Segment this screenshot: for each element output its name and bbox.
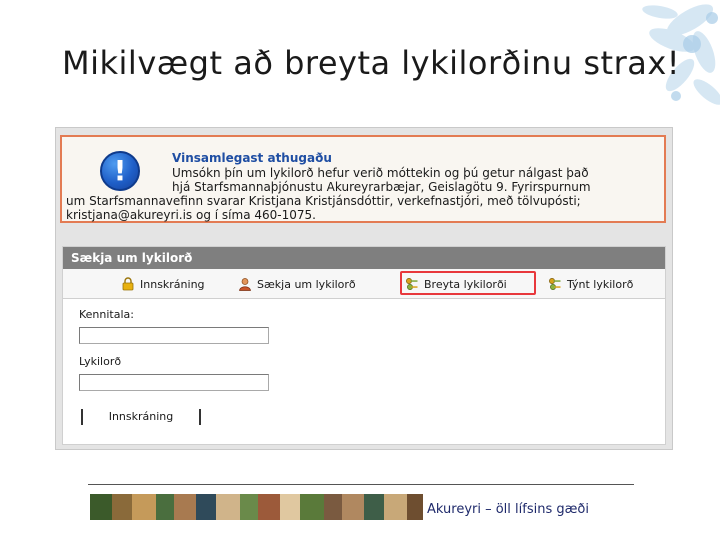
screenshot-panel: ! Vinsamlegast athugaðu Umsókn þín um ly… <box>55 127 673 450</box>
notice-line: um Starfsmannavefinn svarar Kristjana Kr… <box>66 194 581 208</box>
tab-label: Týnt lykilorð <box>567 277 634 291</box>
user-icon <box>239 278 251 291</box>
notice-box: ! Vinsamlegast athugaðu Umsókn þín um ly… <box>60 135 666 223</box>
lock-icon <box>122 277 134 291</box>
footer-tagline: Akureyri – öll lífsins gæði <box>427 502 589 517</box>
tab-lost-password[interactable]: Týnt lykilorð <box>548 275 633 293</box>
tab-label: Innskráning <box>140 277 205 291</box>
tab-apply-password[interactable]: Sækja um lykilorð <box>238 275 356 293</box>
photo-strip-image <box>90 494 423 520</box>
notice-line: hjá Starfsmannaþjónustu Akureyrarbæjar, … <box>172 180 591 194</box>
kennitala-input[interactable] <box>79 327 269 344</box>
password-input[interactable] <box>79 374 269 391</box>
notice-line: Umsókn þín um lykilorð hefur verið mótte… <box>172 166 589 180</box>
tab-login[interactable]: Innskráning <box>121 275 205 293</box>
password-form: Sækja um lykilorð Innskráning Sækja um l… <box>62 246 666 445</box>
form-header: Sækja um lykilorð <box>63 247 665 269</box>
highlight-box <box>400 271 536 295</box>
tab-bar: Innskráning Sækja um lykilorð Breyta lyk… <box>63 269 665 299</box>
info-exclamation-icon: ! <box>100 151 140 191</box>
slide-title: Mikilvægt að breyta lykilorðinu strax! <box>62 44 681 82</box>
notice-line: kristjana@akureyri.is og í síma 460-1075… <box>66 208 316 222</box>
kennitala-label: Kennitala: <box>79 308 134 321</box>
tab-label: Sækja um lykilorð <box>257 277 356 291</box>
footer-divider <box>88 484 634 485</box>
login-button[interactable]: Innskráning <box>81 409 201 425</box>
notice-title: Vinsamlegast athugaðu <box>172 151 332 165</box>
keys-icon <box>549 278 561 290</box>
password-label: Lykilorð <box>79 355 122 368</box>
